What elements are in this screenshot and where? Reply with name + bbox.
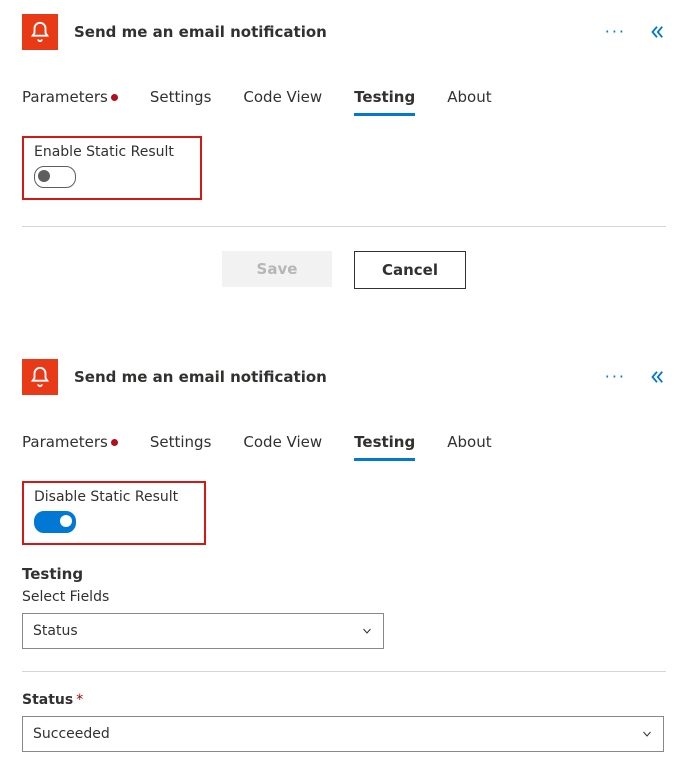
dot-icon — [111, 439, 118, 446]
static-result-toggle[interactable] — [34, 166, 76, 188]
collapse-icon[interactable] — [648, 23, 666, 41]
action-row: Save Cancel — [22, 245, 666, 299]
status-label: Status* — [22, 692, 666, 708]
tab-code-view[interactable]: Code View — [243, 84, 322, 116]
highlight-box: Disable Static Result — [22, 481, 206, 545]
highlight-box: Enable Static Result — [22, 136, 202, 200]
panel-header: Send me an email notification ··· — [22, 355, 666, 399]
save-button[interactable]: Save — [222, 251, 332, 287]
static-result-toggle[interactable] — [34, 511, 76, 533]
tab-code-view[interactable]: Code View — [243, 429, 322, 461]
status-label-text: Status — [22, 692, 73, 708]
tab-label: Parameters — [22, 88, 108, 106]
tab-parameters[interactable]: Parameters — [22, 429, 118, 461]
tab-label: Parameters — [22, 433, 108, 451]
notify-icon — [22, 359, 58, 395]
section-heading: Testing — [22, 565, 666, 583]
tab-settings[interactable]: Settings — [150, 429, 212, 461]
toggle-label: Enable Static Result — [34, 144, 174, 160]
notify-icon — [22, 14, 58, 50]
tab-about[interactable]: About — [447, 429, 491, 461]
tab-testing[interactable]: Testing — [354, 84, 415, 116]
testing-panel-enabled: Send me an email notification ··· Parame… — [0, 345, 688, 772]
select-fields-dropdown[interactable]: Status — [22, 613, 384, 649]
select-value: Succeeded — [33, 726, 110, 742]
cancel-button[interactable]: Cancel — [354, 251, 466, 289]
chevron-down-icon — [641, 728, 653, 740]
tab-about[interactable]: About — [447, 84, 491, 116]
panel-title: Send me an email notification — [74, 368, 589, 386]
more-icon[interactable]: ··· — [605, 24, 626, 40]
panel-title: Send me an email notification — [74, 23, 589, 41]
toggle-label: Disable Static Result — [34, 489, 178, 505]
tabs: Parameters Settings Code View Testing Ab… — [22, 429, 666, 461]
panel-gap — [0, 319, 688, 345]
tab-settings[interactable]: Settings — [150, 84, 212, 116]
select-fields-label: Select Fields — [22, 589, 666, 605]
tabs: Parameters Settings Code View Testing Ab… — [22, 84, 666, 116]
header-actions: ··· — [605, 23, 666, 41]
chevron-down-icon — [361, 625, 373, 637]
header-actions: ··· — [605, 368, 666, 386]
collapse-icon[interactable] — [648, 368, 666, 386]
dot-icon — [111, 94, 118, 101]
tab-parameters[interactable]: Parameters — [22, 84, 118, 116]
divider — [22, 226, 666, 227]
status-dropdown[interactable]: Succeeded — [22, 716, 664, 752]
tab-testing[interactable]: Testing — [354, 429, 415, 461]
panel-header: Send me an email notification ··· — [22, 10, 666, 54]
select-value: Status — [33, 623, 78, 639]
testing-panel-disabled: Send me an email notification ··· Parame… — [0, 0, 688, 319]
divider — [22, 671, 666, 672]
more-icon[interactable]: ··· — [605, 369, 626, 385]
required-icon: * — [76, 692, 83, 708]
